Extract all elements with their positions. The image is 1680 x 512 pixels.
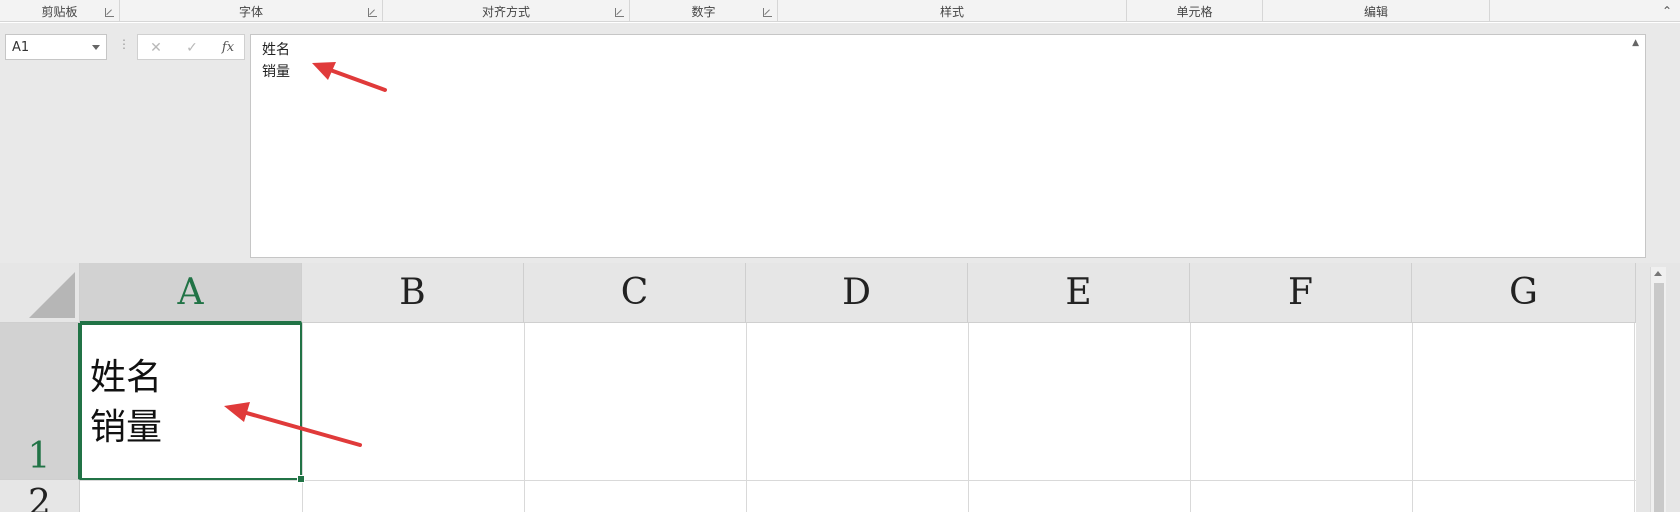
collapse-formula-bar-icon[interactable]: ▲	[1632, 38, 1639, 48]
column-header-e[interactable]: E	[968, 263, 1190, 323]
gridline	[80, 480, 1636, 481]
gridline	[1412, 323, 1413, 512]
column-header-d[interactable]: D	[746, 263, 968, 323]
formula-text-line: 销量	[262, 64, 290, 80]
gridline	[1190, 323, 1191, 512]
chevron-up-icon[interactable]: ⌃	[1660, 4, 1674, 18]
ribbon-group-styles: 样式	[778, 0, 1127, 22]
ribbon-group-cells: 单元格	[1127, 0, 1263, 22]
row-header-label: 2	[28, 483, 51, 512]
formula-text-line: 姓名	[262, 42, 290, 58]
cell-text-line: 销量	[90, 407, 163, 448]
column-header-f[interactable]: F	[1190, 263, 1412, 323]
resize-handle-icon[interactable]: ⋮	[118, 37, 130, 51]
cell-a1-content: 姓名 销量	[90, 353, 162, 453]
ribbon-group-label: 对齐方式	[481, 5, 530, 19]
cancel-icon[interactable]: ✕	[146, 39, 166, 57]
enter-check-icon[interactable]: ✓	[182, 39, 202, 57]
chevron-down-icon[interactable]	[92, 45, 100, 50]
column-header-a[interactable]: A	[80, 263, 302, 323]
row-header-2[interactable]: 2	[0, 480, 80, 512]
ribbon-group-label: 数字	[691, 5, 716, 19]
ribbon-group-label: 剪贴板	[41, 5, 78, 19]
ribbon-group-alignment: 对齐方式	[383, 0, 630, 22]
formula-bar-area: A1 ⋮ ✕ ✓ fx 姓名 销量 ▲	[0, 23, 1680, 263]
cell-text-line: 姓名	[90, 357, 163, 398]
cell-area[interactable]: 姓名 销量	[80, 323, 1636, 512]
ribbon-group-font: 字体	[120, 0, 383, 22]
column-header-b[interactable]: B	[302, 263, 524, 323]
worksheet-grid: A B C D E F G 1 2 姓名 销量	[0, 263, 1680, 512]
gridline	[524, 323, 525, 512]
row-header-label: 1	[27, 436, 51, 477]
formula-input[interactable]: 姓名 销量 ▲	[250, 34, 1646, 258]
fill-handle[interactable]	[297, 475, 305, 483]
ribbon-group-label: 字体	[238, 5, 263, 19]
dialog-launcher-icon[interactable]	[368, 8, 377, 17]
select-all-corner[interactable]	[0, 263, 80, 323]
formula-buttons: ✕ ✓ fx	[137, 34, 245, 60]
dialog-launcher-icon[interactable]	[763, 8, 772, 17]
row-header-1[interactable]: 1	[0, 323, 80, 480]
ribbon-group-strip: 剪贴板 字体 对齐方式 数字 样式 单元格 编辑 ⌃	[0, 0, 1680, 22]
insert-function-icon[interactable]: fx	[218, 39, 238, 57]
ribbon-group-clipboard: 剪贴板	[0, 0, 120, 22]
dialog-launcher-icon[interactable]	[105, 8, 114, 17]
name-box[interactable]: A1	[5, 34, 107, 60]
ribbon-group-editing: 编辑	[1263, 0, 1490, 22]
column-header-c[interactable]: C	[524, 263, 746, 323]
ribbon-group-label: 单元格	[1176, 5, 1213, 19]
cell-a1[interactable]: 姓名 销量	[80, 323, 305, 483]
vertical-scrollbar[interactable]	[1650, 267, 1666, 512]
dialog-launcher-icon[interactable]	[615, 8, 624, 17]
gridline	[746, 323, 747, 512]
scrollbar-thumb[interactable]	[1654, 283, 1664, 512]
ribbon-group-number: 数字	[630, 0, 778, 22]
ribbon-group-label: 样式	[939, 5, 964, 19]
gridline	[968, 323, 969, 512]
gridline	[1634, 323, 1635, 512]
column-header-g[interactable]: G	[1412, 263, 1636, 323]
name-box-value: A1	[12, 40, 30, 55]
gridline	[302, 323, 303, 512]
ribbon-group-label: 编辑	[1363, 5, 1388, 19]
select-all-icon	[29, 272, 75, 318]
scroll-up-arrow-icon[interactable]	[1654, 271, 1662, 276]
